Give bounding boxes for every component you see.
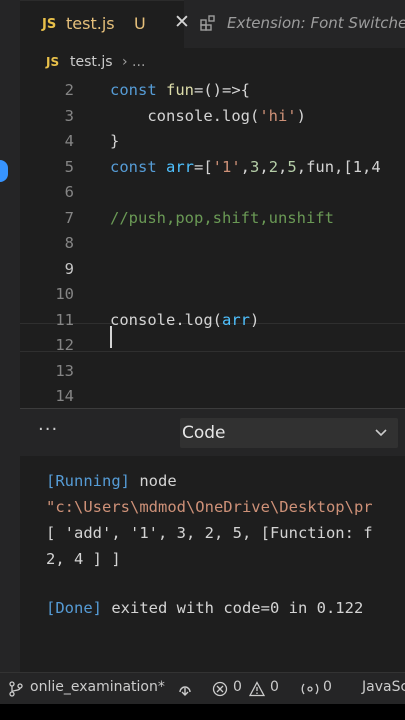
- output-line: [Done] exited with code=0 in 0.122: [46, 595, 363, 621]
- code-text: }: [110, 129, 119, 154]
- line-number: 14: [55, 387, 74, 405]
- code-token: ): [249, 310, 260, 329]
- code-token: ,fun,[1,4: [296, 157, 381, 176]
- code-token: 2: [268, 157, 279, 176]
- code-token: =()=>{: [194, 81, 250, 99]
- code-line[interactable]: 9: [20, 257, 405, 282]
- output-channel-select[interactable]: Code: [180, 418, 398, 448]
- output-channel-value: Code: [182, 423, 226, 443]
- output-path: "c:\Users\mdmod\OneDrive\Desktop\pr: [46, 498, 373, 516]
- code-token: 3: [250, 157, 260, 176]
- line-number: 5: [64, 157, 74, 176]
- code-token: 5: [287, 157, 297, 176]
- code-line[interactable]: 11 console.log(arr): [20, 308, 405, 333]
- js-file-icon: JS: [42, 17, 57, 32]
- code-line[interactable]: 3 console.log('hi'): [20, 104, 405, 129]
- untracked-indicator: U: [134, 14, 146, 33]
- sync-icon[interactable]: [176, 681, 194, 697]
- code-line[interactable]: 10: [20, 282, 405, 307]
- tab-label: test.js: [66, 14, 115, 33]
- done-text: exited with code=0 in 0.122: [102, 599, 364, 617]
- code-token: fun: [166, 81, 194, 99]
- code-token: '1': [212, 157, 241, 176]
- code-editor[interactable]: 2 const fun=()=>{3 console.log('hi') 4} 5 co…: [20, 78, 405, 408]
- code-line[interactable]: 2 const fun=()=>{: [20, 78, 405, 103]
- code-token: }: [110, 132, 120, 150]
- code-text: const arr=['1',3,2,5,fun,[1,4: [110, 155, 381, 180]
- tab-label: Extension: Font Switcher: [227, 14, 405, 32]
- line-number: 8: [64, 234, 74, 252]
- code-token: ,: [278, 157, 288, 176]
- code-token: const: [110, 81, 166, 99]
- code-line[interactable]: 14: [20, 384, 405, 408]
- code-line[interactable]: 8: [20, 231, 405, 256]
- breadcrumb-more[interactable]: › ...: [122, 54, 145, 70]
- output-result-cont: 2, 4 ] ]: [46, 550, 121, 568]
- branch-name[interactable]: onlie_examination*: [30, 679, 165, 695]
- text-cursor: [110, 326, 112, 348]
- output-result: [ 'add', '1', 3, 2, 5, [Function: f: [46, 524, 373, 542]
- output-panel-header: ··· Code: [20, 408, 405, 457]
- line-number: 3: [64, 106, 74, 125]
- code-token: console.log(: [110, 310, 222, 329]
- code-text: console.log('hi'): [110, 104, 306, 129]
- code-token: arr: [166, 157, 194, 176]
- line-number: 6: [64, 183, 74, 201]
- ports-count[interactable]: 0: [323, 679, 332, 695]
- status-bar: onlie_examination* 0 0 0 JavaSc: [0, 672, 405, 705]
- code-text: console.log(arr): [110, 308, 259, 333]
- code-token: ,: [240, 157, 251, 176]
- code-token: ,: [259, 157, 269, 176]
- code-token: ): [296, 106, 306, 125]
- line-number: 10: [55, 285, 74, 303]
- code-token: console.log(: [110, 106, 260, 125]
- line-number: 4: [64, 132, 74, 150]
- output-panel[interactable]: [Running] node "c:\Users\mdmod\OneDrive\…: [20, 456, 405, 672]
- code-text: const fun=()=>{: [110, 78, 250, 103]
- activity-bar: [0, 0, 20, 672]
- code-line[interactable]: 6: [20, 180, 405, 205]
- more-actions-icon[interactable]: ···: [38, 419, 58, 440]
- activity-indicator[interactable]: [0, 160, 8, 182]
- language-mode[interactable]: JavaSc: [362, 679, 405, 695]
- line-number: 11: [55, 310, 74, 329]
- done-tag: [Done]: [46, 599, 102, 617]
- running-tag: [Running]: [46, 472, 130, 490]
- code-line[interactable]: 5 const arr=['1',3,2,5,fun,[1,4: [20, 155, 405, 180]
- warning-count[interactable]: 0: [270, 679, 279, 695]
- tab-extension-font-switcher[interactable]: Extension: Font Switcher: [184, 0, 405, 48]
- line-number: 13: [55, 361, 74, 380]
- line-number: 7: [64, 208, 74, 227]
- chevron-down-icon: [375, 429, 387, 437]
- breadcrumb: JS test.js › ...: [20, 48, 405, 78]
- running-command: node: [130, 472, 177, 490]
- js-file-icon: JS: [46, 55, 60, 69]
- warning-icon[interactable]: [249, 681, 265, 697]
- line-number: 2: [64, 81, 74, 99]
- code-token: const: [110, 157, 166, 176]
- code-token: =[: [194, 157, 213, 176]
- error-count[interactable]: 0: [233, 679, 242, 695]
- code-line[interactable]: 12: [20, 333, 405, 358]
- code-line[interactable]: 13: [20, 359, 405, 384]
- ports-icon[interactable]: [301, 681, 319, 697]
- extensions-icon: [200, 15, 215, 31]
- tab-test-js[interactable]: JS test.js U ✕: [20, 0, 190, 49]
- breadcrumb-file[interactable]: test.js: [70, 54, 113, 70]
- code-line[interactable]: 4}: [20, 129, 405, 154]
- error-icon[interactable]: [212, 681, 228, 697]
- code-line[interactable]: 7 //push,pop,shift,unshift: [20, 206, 405, 231]
- code-token: 'hi': [259, 106, 297, 125]
- line-number: 12: [55, 336, 74, 354]
- git-branch-icon: [9, 681, 23, 697]
- code-token: //push,pop,shift,unshift: [110, 208, 334, 227]
- code-token: arr: [221, 310, 250, 329]
- line-number: 9: [64, 259, 74, 278]
- output-line: [Running] node: [46, 468, 177, 494]
- screen-bottom-edge: [0, 704, 405, 720]
- code-text: //push,pop,shift,unshift: [110, 206, 334, 231]
